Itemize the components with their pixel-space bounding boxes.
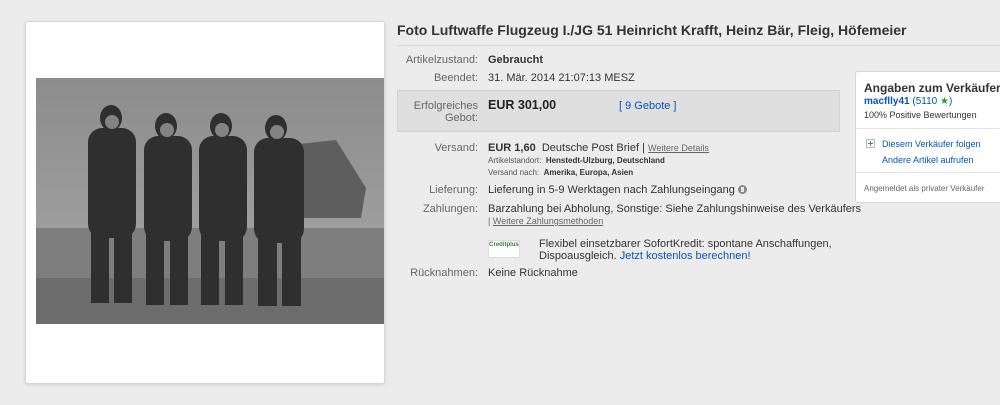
winning-bid-price: EUR 301,00 (488, 98, 557, 112)
item-location-value: Henstedt-Ulzburg, Deutschland (545, 156, 665, 165)
payment-value: Barzahlung bei Abholung, Sonstige: Siehe… (488, 203, 862, 215)
ships-to-label: Versand nach: (488, 168, 540, 177)
seller-name-link[interactable]: macflly41 (864, 96, 910, 107)
payment-label: Zahlungen: (422, 203, 478, 215)
ships-to: Versand nach: Amerika, Europa, Asien (488, 168, 633, 177)
payment-more: | Weitere Zahlungsmethoden (488, 216, 603, 226)
item-photo[interactable] (36, 78, 384, 324)
shipping-line: EUR 1,60 Deutsche Post Brief | Weitere D… (488, 142, 709, 154)
seller-feedback-link[interactable]: (5110 ★) (912, 96, 952, 107)
other-items-link[interactable]: Andere Artikel aufrufen (882, 155, 974, 165)
seller-divider-2 (856, 172, 1000, 173)
shipping-method: Deutsche Post Brief | (541, 142, 645, 154)
seller-info-box: Angaben zum Verkäufer macflly41 (5110 ★)… (855, 71, 1000, 203)
delivery-line: Lieferung in 5-9 Werktagen nach Zahlungs… (488, 184, 747, 196)
returns-value: Keine Rücknahme (488, 267, 578, 279)
ships-to-value: Amerika, Europa, Asien (543, 168, 634, 177)
listing-title: Foto Luftwaffe Flugzeug I./JG 51 Heinric… (397, 22, 907, 38)
seller-type-note: Angemeldet als privater Verkäufer (864, 184, 985, 193)
winning-bid-label-line2: Gebot: (444, 112, 478, 124)
delivery-label: Lieferung: (429, 184, 478, 196)
seller-feedback-score: (5110 (912, 96, 938, 107)
seller-box-title: Angaben zum Verkäufer (864, 81, 1000, 95)
seller-name-row: macflly41 (5110 ★) (864, 96, 952, 107)
bid-count-link[interactable]: [ 9 Gebote ] (619, 100, 676, 112)
item-location: Artikelstandort: Henstedt-Ulzburg, Deuts… (488, 156, 665, 165)
credit-text-line1: Flexibel einsetzbarer SofortKredit: spon… (539, 238, 832, 250)
winning-bid-label: Erfolgreiches Gebot: (397, 100, 478, 124)
shipping-price: EUR 1,60 (488, 142, 536, 154)
item-location-label: Artikelstandort: (488, 156, 542, 165)
creditplus-logo: Creditplus (488, 240, 520, 258)
credit-offer: Flexibel einsetzbarer SofortKredit: spon… (539, 238, 832, 262)
condition-value: Gebraucht (488, 54, 544, 66)
credit-text-line2: Dispoausgleich. (539, 250, 617, 262)
credit-calculate-link[interactable]: Jetzt kostenlos berechnen! (620, 250, 751, 262)
info-icon[interactable] (737, 185, 747, 194)
seller-divider (856, 128, 1000, 129)
ended-value: 31. Mär. 2014 21:07:13 MESZ (488, 72, 635, 84)
photo-image (36, 78, 384, 324)
star-icon: ★ (940, 96, 949, 107)
creditplus-logo-text: Creditplus (489, 242, 519, 248)
payment-more-separator: | (488, 216, 491, 226)
shipping-label: Versand: (434, 142, 478, 154)
plus-icon[interactable] (866, 139, 875, 148)
returns-label: Rücknahmen: (410, 267, 478, 279)
title-divider (397, 45, 1000, 46)
condition-label: Artikelzustand: (405, 54, 478, 66)
follow-seller-link[interactable]: Diesem Verkäufer folgen (882, 139, 981, 149)
seller-feedback-close: ) (948, 96, 953, 107)
ended-label: Beendet: (433, 72, 478, 84)
winning-bid-label-line1: Erfolgreiches (413, 100, 478, 112)
delivery-value: Lieferung in 5-9 Werktagen nach Zahlungs… (488, 184, 735, 196)
seller-positive-rating: 100% Positive Bewertungen (864, 110, 977, 120)
item-photo-frame[interactable] (25, 21, 385, 384)
payment-methods-link[interactable]: Weitere Zahlungsmethoden (493, 216, 603, 226)
shipping-details-link[interactable]: Weitere Details (648, 143, 709, 153)
